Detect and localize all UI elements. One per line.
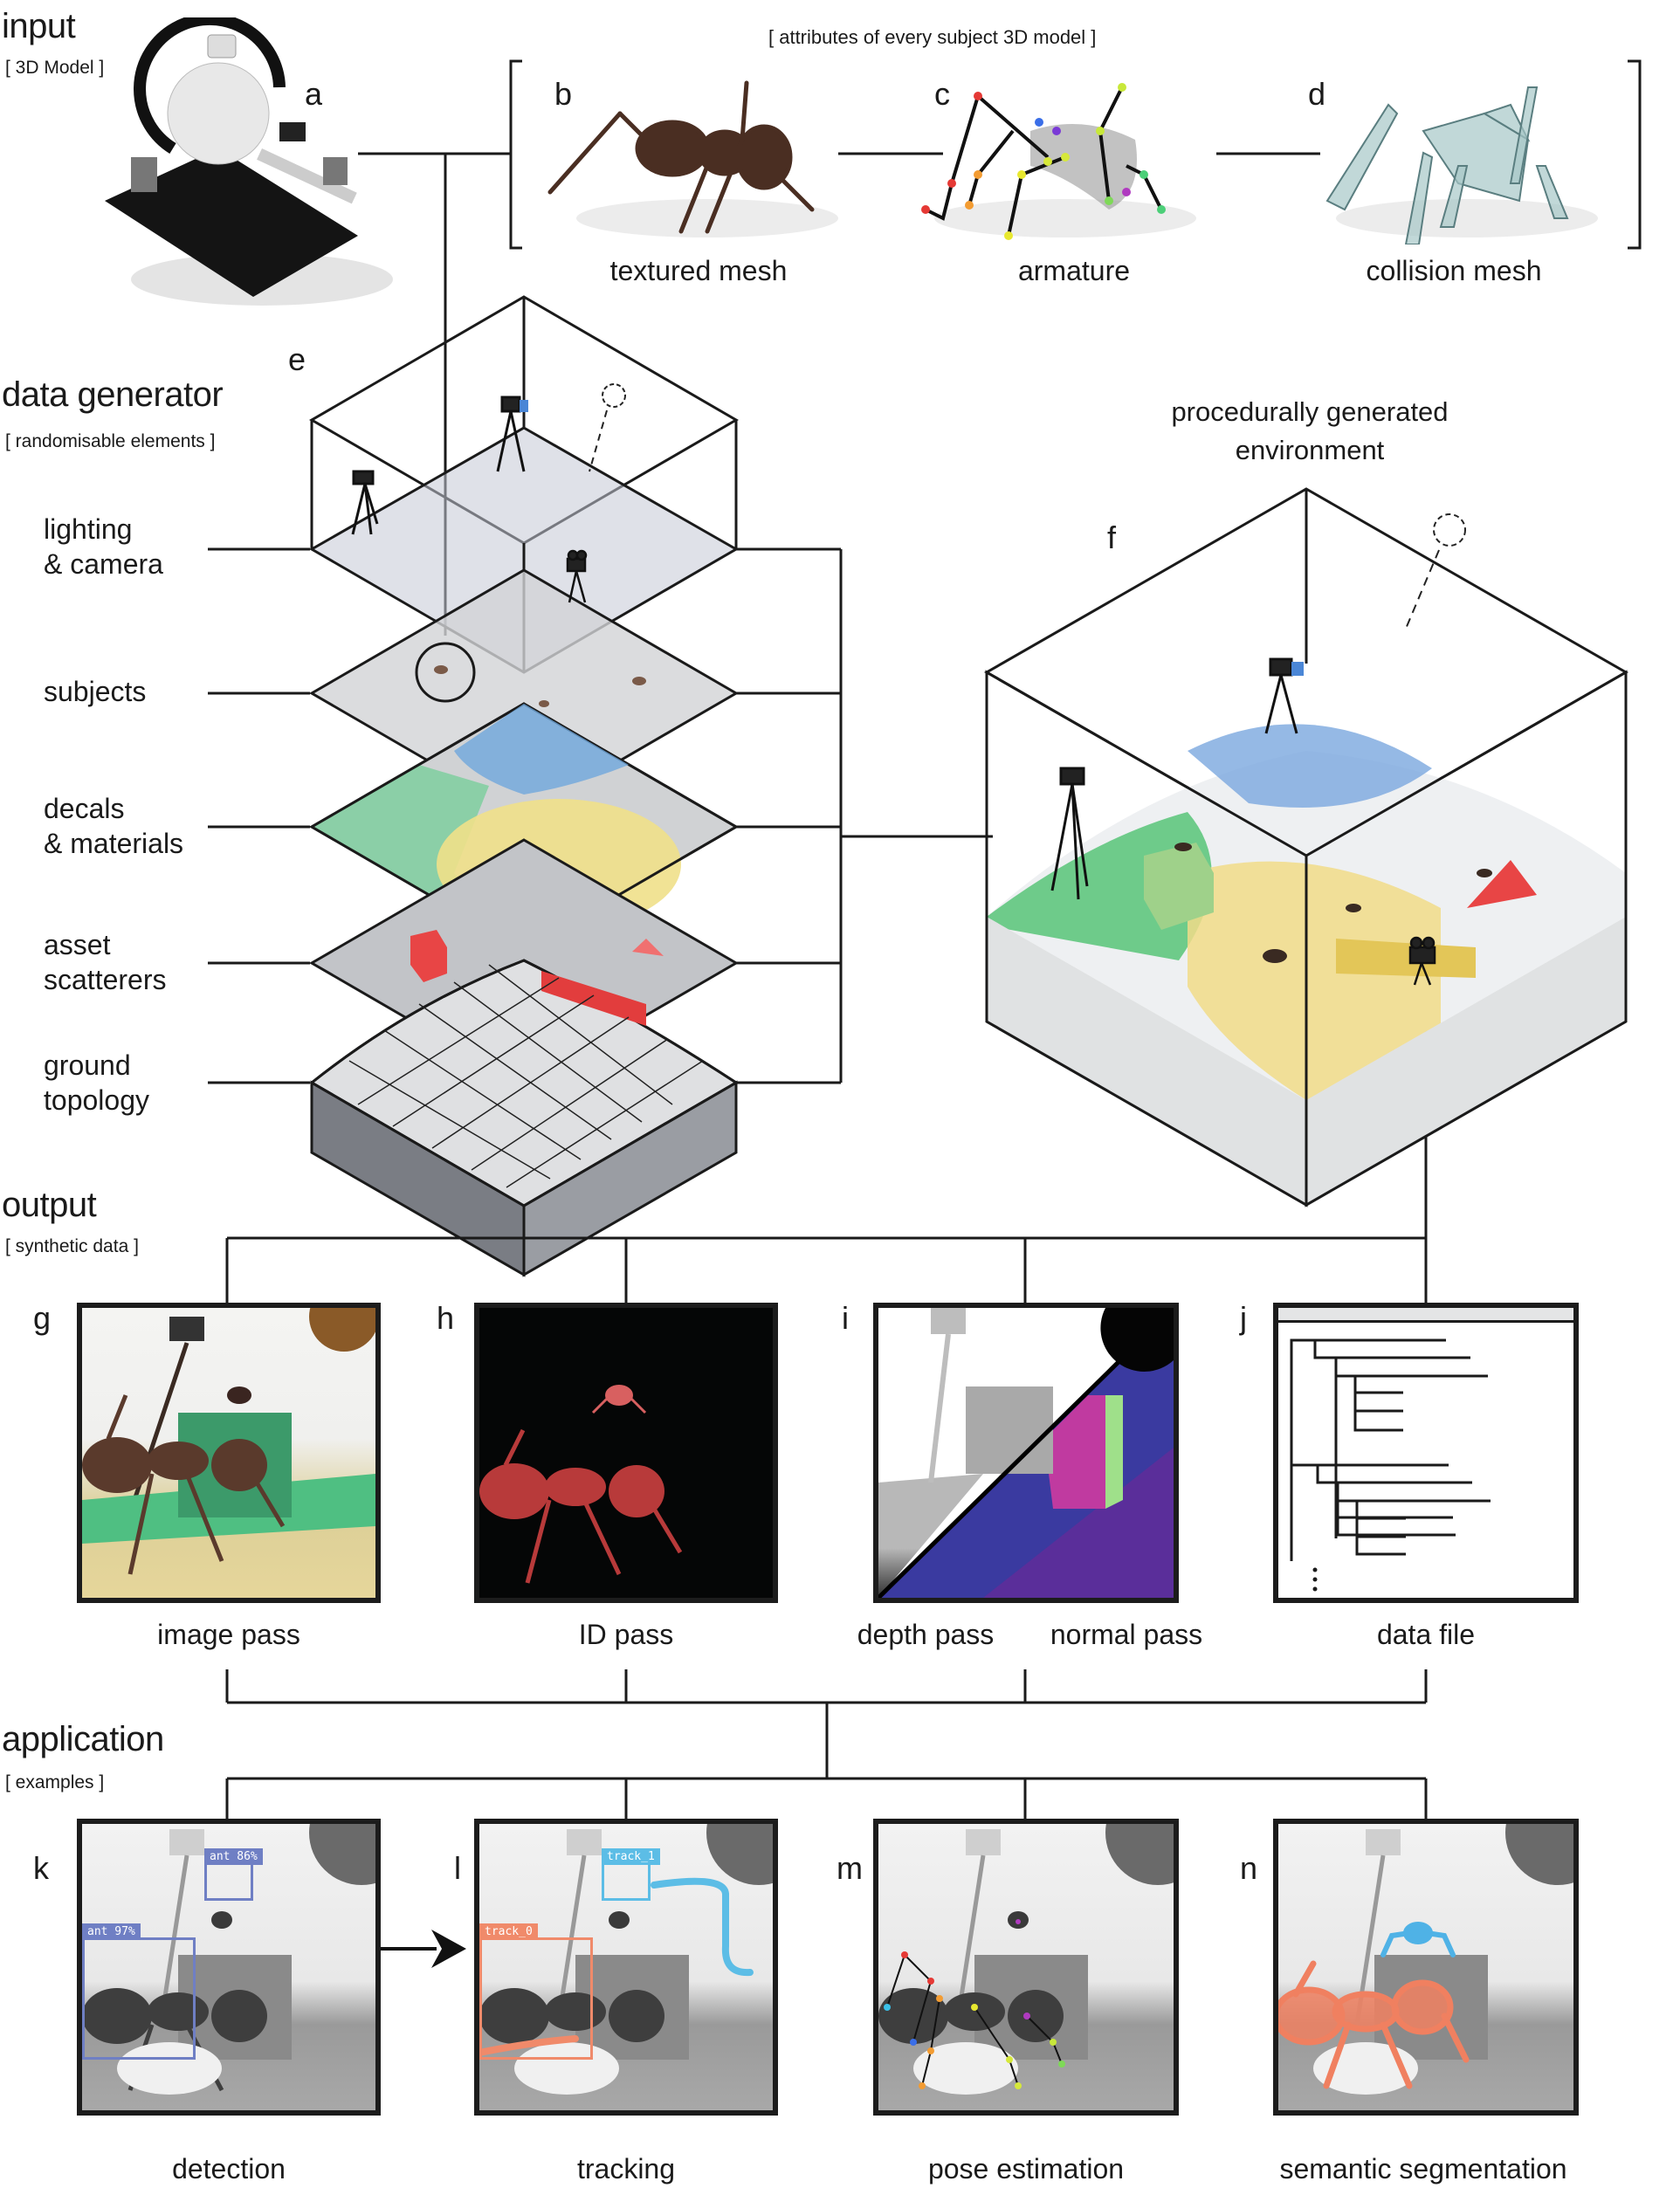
detection-label: ant 86% — [204, 1848, 263, 1865]
pose-estimation-example-render — [873, 1819, 1179, 2116]
image-pass-render — [77, 1303, 381, 1603]
tracking-example-render: track_1 track_0 — [474, 1819, 778, 2116]
layer-label-decals-materials: decals & materials — [44, 793, 184, 859]
layer-label-lighting-camera: lighting & camera — [44, 513, 163, 580]
panel-letter-m: m — [837, 1850, 863, 1886]
panel-letter-n: n — [1240, 1850, 1258, 1886]
panel-letter-l: l — [454, 1850, 461, 1886]
ant-textured-mesh-render — [533, 79, 838, 244]
caption-normal-pass: normal pass — [1050, 1619, 1203, 1650]
section-title-application: application — [2, 1720, 164, 1758]
panel-letter-f: f — [1107, 519, 1117, 555]
detection-box — [204, 1862, 253, 1901]
attributes-header: [ attributes of every subject 3D model ] — [768, 26, 1097, 48]
caption-armature: armature — [1017, 255, 1131, 286]
id-pass-render — [474, 1303, 778, 1603]
section-title-output: output — [2, 1186, 97, 1224]
caption-semantic-segmentation: semantic segmentation — [1279, 2153, 1567, 2185]
sun-icon — [1433, 513, 1466, 547]
section-subtitle-input: [ 3D Model ] — [5, 58, 105, 78]
caption-textured-mesh: textured mesh — [609, 255, 788, 286]
ant-armature-render — [908, 79, 1214, 244]
detection-example-render: ant 86% ant 97% — [77, 1819, 381, 2116]
caption-image-pass: image pass — [157, 1619, 300, 1650]
depth-normal-pass-render — [873, 1303, 1179, 1603]
bracket-left — [509, 59, 522, 250]
ellipsis-icon — [1312, 1567, 1318, 1592]
tracking-box — [479, 1937, 593, 2060]
panel-letter-j: j — [1240, 1300, 1247, 1336]
caption-tracking: tracking — [576, 2153, 676, 2185]
caption-data-file: data file — [1376, 1619, 1476, 1650]
section-subtitle-output: [ synthetic data ] — [5, 1236, 139, 1256]
caption-depth-pass: depth pass — [857, 1619, 995, 1650]
section-subtitle-application: [ examples ] — [5, 1772, 105, 1792]
panel-letter-e: e — [288, 341, 306, 377]
detection-label: ant 97% — [82, 1923, 141, 1940]
caption-procedural-environment: procedurally generated environment — [1171, 396, 1449, 465]
panel-letter-a: a — [305, 76, 323, 112]
caption-collision-mesh: collision mesh — [1366, 255, 1542, 286]
caption-detection: detection — [172, 2153, 286, 2185]
sun-icon — [602, 383, 626, 408]
ant-collision-mesh-render — [1310, 79, 1615, 245]
caption-id-pass: ID pass — [578, 1619, 674, 1650]
semantic-segmentation-example-render — [1273, 1819, 1579, 2116]
3d-model-rig-render — [96, 12, 410, 314]
panel-letter-g: g — [33, 1300, 52, 1336]
section-title-input: input — [2, 7, 76, 45]
caption-pose-estimation: pose estimation — [927, 2153, 1125, 2185]
layer-label-asset-scatterers: asset scatterers — [44, 929, 167, 995]
bracket-right — [1628, 59, 1642, 250]
layer-label-subjects: subjects — [44, 676, 147, 707]
panel-letter-k: k — [33, 1850, 49, 1886]
section-subtitle-data-generator: [ randomisable elements ] — [5, 431, 216, 451]
section-title-data-generator: data generator — [2, 375, 224, 414]
tracking-box — [602, 1862, 651, 1901]
panel-letter-i: i — [842, 1300, 849, 1336]
detection-box — [82, 1937, 196, 2060]
data-file-icon — [1273, 1303, 1579, 1603]
segmentation-mask-ant-small — [1380, 1922, 1456, 1958]
panel-letter-h: h — [437, 1300, 455, 1336]
layer-label-ground-topology: ground topology — [44, 1049, 149, 1116]
